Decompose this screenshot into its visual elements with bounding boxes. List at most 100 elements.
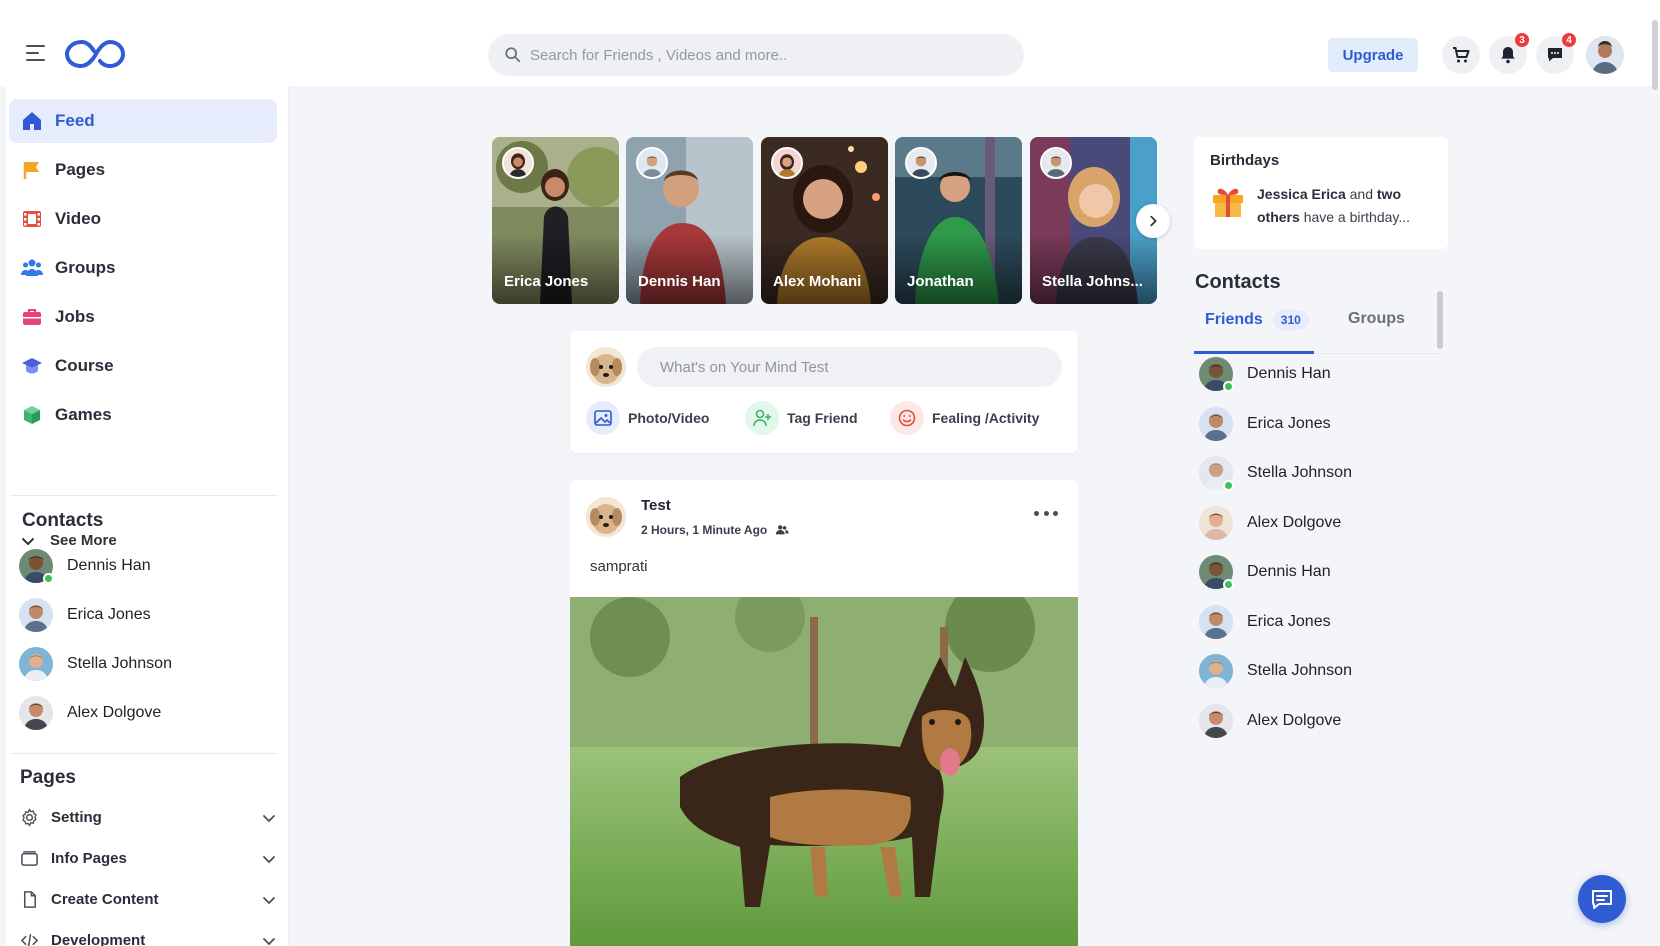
upgrade-button[interactable]: Upgrade bbox=[1328, 38, 1418, 72]
pages-heading: Pages bbox=[20, 767, 76, 788]
avatar bbox=[1199, 406, 1233, 441]
contact-item[interactable]: Erica Jones bbox=[1199, 406, 1331, 441]
chevron-down-icon bbox=[263, 896, 275, 904]
avatar bbox=[1199, 505, 1233, 540]
search-bar[interactable] bbox=[488, 34, 1024, 76]
contact-item[interactable]: Dennis Han bbox=[1199, 357, 1331, 392]
avatar[interactable] bbox=[586, 497, 626, 537]
tabs-scrollbar[interactable] bbox=[1437, 291, 1443, 349]
contact-name: Alex Dolgove bbox=[1247, 513, 1342, 531]
contact-item[interactable]: Stella Johnson bbox=[1199, 456, 1352, 491]
tag-friend-button[interactable]: Tag Friend bbox=[745, 401, 858, 435]
film-icon bbox=[23, 211, 41, 227]
tab-groups[interactable]: Groups bbox=[1348, 310, 1405, 328]
page-item-create-content[interactable]: Create Content bbox=[20, 890, 276, 909]
active-tab-indicator bbox=[1194, 351, 1314, 354]
avatar bbox=[586, 347, 626, 387]
stories-next-button[interactable] bbox=[1136, 204, 1170, 238]
story-avatar bbox=[1040, 147, 1072, 179]
online-indicator bbox=[1223, 579, 1234, 590]
search-input[interactable] bbox=[530, 46, 1010, 64]
nav-label: Pages bbox=[55, 160, 106, 179]
contacts-heading: Contacts bbox=[1195, 271, 1281, 293]
cart-icon bbox=[1453, 47, 1470, 63]
logo-icon[interactable] bbox=[64, 36, 126, 72]
post-image[interactable] bbox=[570, 597, 1078, 946]
online-indicator bbox=[1223, 381, 1234, 392]
notifications-button[interactable]: 3 bbox=[1489, 33, 1529, 74]
nav-video[interactable]: Video bbox=[9, 197, 277, 241]
avatar bbox=[19, 647, 53, 681]
page-scrollbar[interactable] bbox=[1652, 20, 1658, 90]
user-avatar[interactable] bbox=[1586, 36, 1624, 74]
nav-groups[interactable]: Groups bbox=[9, 246, 277, 290]
birthdays-heading: Birthdays bbox=[1210, 152, 1280, 169]
feeling-activity-button[interactable]: Fealing /Activity bbox=[890, 401, 1039, 435]
menu-icon[interactable] bbox=[26, 45, 45, 61]
story-avatar bbox=[771, 147, 803, 179]
nav-course[interactable]: Course bbox=[9, 344, 277, 388]
chat-button[interactable] bbox=[1578, 875, 1626, 923]
contact-name: Erica Jones bbox=[1247, 612, 1331, 630]
post-author[interactable]: Test bbox=[641, 497, 671, 514]
birthdays-text: Jessica Erica and two others have a birt… bbox=[1257, 186, 1411, 225]
story-avatar bbox=[502, 147, 534, 179]
post-composer: What's on Your Mind Test Photo/Video Tag… bbox=[570, 331, 1078, 453]
story-card[interactable]: Dennis Han bbox=[626, 137, 753, 304]
contact-name: Erica Jones bbox=[1247, 414, 1331, 432]
birthdays-card[interactable]: Birthdays Jessica Erica and two others h… bbox=[1194, 137, 1448, 249]
page-item-setting[interactable]: Setting bbox=[20, 808, 276, 827]
image-icon bbox=[594, 410, 612, 426]
messages-button[interactable]: 4 bbox=[1536, 33, 1576, 74]
avatar bbox=[19, 696, 53, 730]
nav-label: Video bbox=[55, 209, 101, 228]
user-plus-icon bbox=[753, 409, 771, 427]
divider bbox=[10, 753, 278, 754]
see-more-button[interactable]: See More bbox=[20, 532, 117, 549]
search-icon bbox=[505, 47, 521, 63]
nav-label: Jobs bbox=[55, 307, 95, 326]
gift-icon bbox=[1213, 188, 1243, 217]
post-timestamp: 2 Hours, 1 Minute Ago bbox=[641, 523, 789, 537]
sidebar-contact[interactable]: Stella Johnson bbox=[19, 647, 172, 681]
contact-item[interactable]: Dennis Han bbox=[1199, 555, 1331, 590]
chevron-down-icon bbox=[263, 814, 275, 822]
user-avatar-icon bbox=[1586, 36, 1624, 74]
messages-badge: 4 bbox=[1562, 33, 1576, 47]
tab-friends[interactable]: Friends 310 bbox=[1205, 310, 1309, 330]
chevron-down-icon bbox=[263, 937, 275, 945]
story-card[interactable]: Alex Mohani bbox=[761, 137, 888, 304]
left-sidebar: Feed Pages Video Groups Jobs Course Game… bbox=[6, 86, 289, 946]
contact-item[interactable]: Erica Jones bbox=[1199, 604, 1331, 639]
smile-icon bbox=[898, 409, 916, 427]
contact-item[interactable]: Stella Johnson bbox=[1199, 654, 1352, 688]
page-item-info-pages[interactable]: Info Pages bbox=[20, 849, 276, 868]
post-text: samprati bbox=[590, 558, 648, 575]
story-card[interactable]: Jonathan bbox=[895, 137, 1022, 304]
nav-feed[interactable]: Feed bbox=[9, 99, 277, 143]
notifications-badge: 3 bbox=[1515, 33, 1529, 47]
nav-pages[interactable]: Pages bbox=[9, 148, 277, 192]
page-item-development[interactable]: Development bbox=[20, 931, 276, 946]
cart-button[interactable] bbox=[1442, 36, 1480, 74]
avatar bbox=[19, 549, 54, 584]
photo-video-button[interactable]: Photo/Video bbox=[586, 401, 709, 435]
chevron-right-icon bbox=[1150, 215, 1157, 227]
friends-icon bbox=[776, 525, 789, 535]
nav-games[interactable]: Games bbox=[9, 393, 277, 437]
contact-item[interactable]: Alex Dolgove bbox=[1199, 703, 1341, 738]
home-icon bbox=[23, 112, 41, 130]
contact-item[interactable]: Alex Dolgove bbox=[1199, 505, 1342, 540]
story-card[interactable]: Erica Jones bbox=[492, 137, 619, 304]
flag-icon bbox=[23, 162, 39, 179]
sidebar-contact[interactable]: Dennis Han bbox=[19, 549, 151, 584]
nav-label: Course bbox=[55, 356, 114, 375]
sidebar-contact[interactable]: Erica Jones bbox=[19, 598, 151, 632]
story-name: Stella Johns... bbox=[1042, 273, 1143, 290]
cube-icon bbox=[24, 406, 40, 424]
whats-on-your-mind-input[interactable]: What's on Your Mind Test bbox=[637, 347, 1062, 387]
nav-jobs[interactable]: Jobs bbox=[9, 295, 277, 339]
more-options-icon[interactable] bbox=[1034, 507, 1058, 519]
sidebar-contact[interactable]: Alex Dolgove bbox=[19, 696, 161, 730]
avatar bbox=[1199, 555, 1234, 590]
